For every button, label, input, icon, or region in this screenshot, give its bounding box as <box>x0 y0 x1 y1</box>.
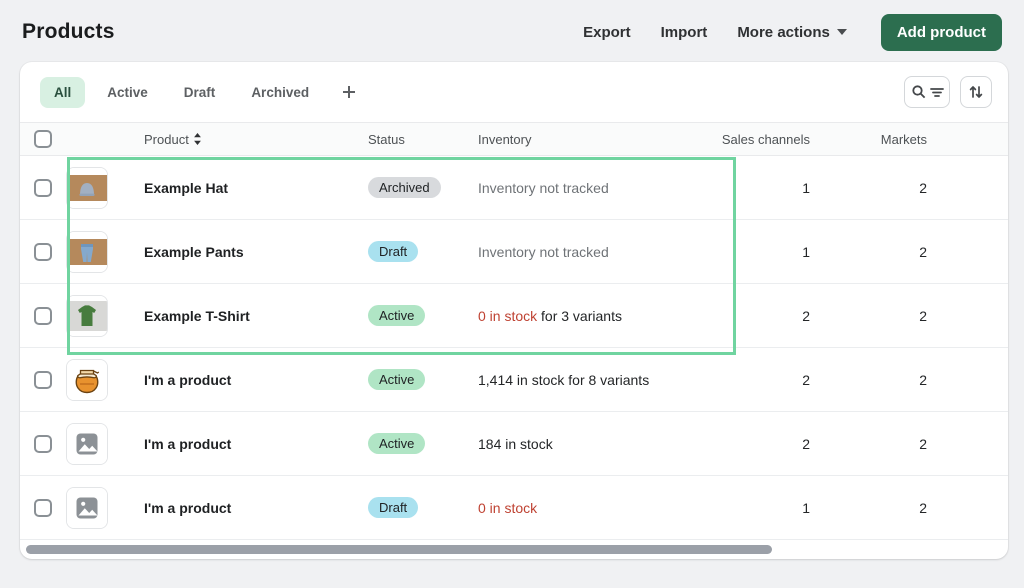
markets-count: 2 <box>919 179 927 196</box>
page-header: Products Export Import More actions Add … <box>0 0 1024 62</box>
sales-channels-count: 2 <box>802 435 810 452</box>
product-name[interactable]: I'm a product <box>144 372 368 388</box>
sales-channels-count: 1 <box>802 243 810 260</box>
products-card: All Active Draft Archived Product Status… <box>20 62 1008 559</box>
table-row[interactable]: I'm a product Draft 0 in stock 1 2 <box>20 476 1008 540</box>
select-all-checkbox[interactable] <box>34 130 52 148</box>
row-checkbox[interactable] <box>34 498 52 517</box>
row-checkbox[interactable] <box>34 370 52 389</box>
inventory-text: Inventory not tracked <box>478 243 609 260</box>
plus-icon <box>343 86 356 98</box>
status-badge: Draft <box>368 497 419 518</box>
table-header-row: Product Status Inventory Sales channels … <box>20 122 1008 156</box>
tab-active[interactable]: Active <box>93 77 162 108</box>
import-button[interactable]: Import <box>661 24 708 41</box>
more-actions-label: More actions <box>737 23 830 41</box>
product-name[interactable]: I'm a product <box>144 436 368 452</box>
column-header-sales-channels[interactable]: Sales channels <box>716 132 810 147</box>
tab-archived[interactable]: Archived <box>237 77 323 108</box>
inventory-text: Inventory not tracked <box>478 179 609 196</box>
add-product-button[interactable]: Add product <box>880 13 1002 51</box>
product-thumbnail <box>66 358 108 401</box>
column-header-inventory[interactable]: Inventory <box>478 132 716 147</box>
product-thumbnail <box>66 166 108 209</box>
status-badge: Active <box>368 369 426 390</box>
markets-count: 2 <box>919 435 927 452</box>
hat-photo <box>67 167 107 208</box>
inventory-text: 184 in stock <box>478 435 553 452</box>
placeholder-image-icon <box>67 487 107 528</box>
product-thumbnail <box>66 294 108 337</box>
pants-photo <box>67 231 107 272</box>
sort-button[interactable] <box>960 76 992 108</box>
add-view-button[interactable] <box>331 78 367 106</box>
sales-channels-count: 1 <box>802 179 810 196</box>
product-name[interactable]: Example Pants <box>144 244 368 260</box>
search-icon <box>911 85 925 99</box>
chevron-down-icon <box>836 29 847 35</box>
status-badge: Archived <box>368 177 441 198</box>
sales-channels-count: 1 <box>802 499 810 516</box>
header-actions: Export Import More actions Add product <box>583 13 1002 51</box>
product-thumbnail <box>66 422 108 465</box>
markets-count: 2 <box>919 499 927 516</box>
markets-count: 2 <box>919 371 927 388</box>
product-name[interactable]: Example T-Shirt <box>144 308 368 324</box>
inventory-alert-text: 0 in stock <box>478 499 538 516</box>
table-row[interactable]: I'm a product Active 1,414 in stock for … <box>20 348 1008 412</box>
export-button[interactable]: Export <box>583 24 631 41</box>
tshirt-photo <box>67 295 107 336</box>
product-thumbnail <box>66 486 108 529</box>
status-badge: Active <box>368 305 426 326</box>
column-header-status[interactable]: Status <box>368 132 478 147</box>
status-badge: Active <box>368 433 426 454</box>
filter-icon <box>929 88 944 97</box>
row-checkbox[interactable] <box>34 434 52 453</box>
markets-count: 2 <box>919 307 927 324</box>
column-header-markets[interactable]: Markets <box>810 132 927 147</box>
row-checkbox[interactable] <box>34 178 52 197</box>
markets-count: 2 <box>919 243 927 260</box>
search-filter-button[interactable] <box>904 76 950 108</box>
placeholder-image-icon <box>67 423 107 464</box>
product-thumbnail <box>66 230 108 273</box>
product-name[interactable]: I'm a product <box>144 500 368 516</box>
sales-channels-count: 2 <box>802 371 810 388</box>
table-row[interactable]: Example Hat Archived Inventory not track… <box>20 156 1008 220</box>
tab-draft[interactable]: Draft <box>170 77 230 108</box>
page-title: Products <box>22 20 115 43</box>
inventory-text: for 3 variants <box>537 307 622 324</box>
sort-arrows-icon <box>969 86 983 98</box>
tab-all[interactable]: All <box>40 76 86 108</box>
sales-channels-count: 2 <box>802 307 810 324</box>
table-row[interactable]: Example Pants Draft Inventory not tracke… <box>20 220 1008 284</box>
honey-jar-photo <box>67 359 107 400</box>
horizontal-scrollbar[interactable] <box>26 545 772 554</box>
table-row[interactable]: Example T-Shirt Active 0 in stock for 3 … <box>20 284 1008 348</box>
inventory-text: 1,414 in stock for 8 variants <box>478 371 650 388</box>
inventory-alert-text: 0 in stock <box>478 307 538 324</box>
more-actions-button[interactable]: More actions <box>737 24 847 41</box>
status-badge: Draft <box>368 241 419 262</box>
product-name[interactable]: Example Hat <box>144 180 368 196</box>
table-row[interactable]: I'm a product Active 184 in stock 2 2 <box>20 412 1008 476</box>
tab-bar: All Active Draft Archived <box>20 62 1008 122</box>
row-checkbox[interactable] <box>34 306 52 325</box>
sort-indicator-icon <box>193 133 201 145</box>
column-header-product[interactable]: Product <box>144 132 368 147</box>
row-checkbox[interactable] <box>34 242 52 261</box>
